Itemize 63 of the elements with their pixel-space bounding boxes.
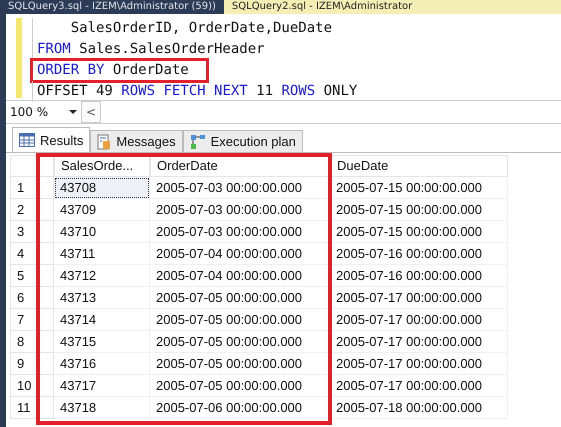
row-number: 1	[10, 177, 54, 199]
table-cell: 2005-07-04 00:00:00.000	[150, 265, 330, 287]
document-icon	[97, 134, 112, 150]
result-tab[interactable]: Results	[12, 127, 90, 152]
table-cell: 2005-07-05 00:00:00.000	[150, 375, 330, 397]
row-number: 10	[10, 375, 54, 397]
table-cell: 43718	[54, 397, 150, 419]
tab-label: Messages	[116, 134, 176, 149]
table-cell: 43717	[54, 375, 150, 397]
table-cell: 43709	[54, 199, 150, 221]
row-number: 9	[10, 353, 54, 375]
table-cell: 43710	[54, 221, 150, 243]
document-tab[interactable]: SQLQuery2.sql - IZEM\Administrator	[224, 0, 561, 14]
table-cell: 2005-07-05 00:00:00.000	[150, 309, 330, 331]
code-line: ORDER BY OrderDate	[32, 60, 207, 81]
row-number: 11	[10, 397, 54, 419]
table-cell: 2005-07-05 00:00:00.000	[150, 287, 330, 309]
table-cell: 2005-07-04 00:00:00.000	[150, 243, 330, 265]
table-cell: 2005-07-03 00:00:00.000	[150, 199, 330, 221]
scroll-left-button[interactable]: <	[81, 101, 101, 123]
table-cell: 2005-07-17 00:00:00.000	[330, 287, 508, 309]
table-cell: 2005-07-17 00:00:00.000	[330, 353, 508, 375]
code-line: FROM Sales.SalesOrderHeader	[32, 39, 358, 60]
column-header[interactable]: SalesOrde...	[54, 155, 150, 177]
table-cell: 43711	[54, 243, 150, 265]
row-number: 4	[10, 243, 54, 265]
code-line: SalesOrderID, OrderDate,DueDate	[32, 18, 358, 39]
table-cell: 2005-07-03 00:00:00.000	[150, 221, 330, 243]
result-tab[interactable]: Messages	[90, 130, 183, 152]
table-cell: 2005-07-06 00:00:00.000	[150, 397, 330, 419]
row-number: 7	[10, 309, 54, 331]
table-cell: 2005-07-03 00:00:00.000	[150, 177, 330, 199]
tab-label: Execution plan	[210, 134, 296, 149]
table-cell: 2005-07-05 00:00:00.000	[150, 331, 330, 353]
table-cell: 43712	[54, 265, 150, 287]
table-cell: 2005-07-15 00:00:00.000	[330, 199, 508, 221]
row-number: 5	[10, 265, 54, 287]
table-cell: 43715	[54, 331, 150, 353]
zoom-dropdown[interactable]: 100 %	[6, 101, 81, 123]
table-cell: 43714	[54, 309, 150, 331]
table-cell: 2005-07-15 00:00:00.000	[330, 221, 508, 243]
table-cell: 43708	[54, 177, 150, 199]
tab-label: Results	[40, 132, 84, 148]
row-number: 6	[10, 287, 54, 309]
table-cell: 2005-07-18 00:00:00.000	[330, 397, 508, 419]
table-cell: 2005-07-16 00:00:00.000	[330, 243, 508, 265]
table-cell: 2005-07-16 00:00:00.000	[330, 265, 508, 287]
row-number: 3	[10, 221, 54, 243]
plan-icon	[190, 134, 206, 150]
table-cell: 2005-07-17 00:00:00.000	[330, 331, 508, 353]
table-cell: 43716	[54, 353, 150, 375]
row-number: 8	[10, 331, 54, 353]
table-cell: 2005-07-05 00:00:00.000	[150, 353, 330, 375]
table-cell: 2005-07-17 00:00:00.000	[330, 309, 508, 331]
row-number: 2	[10, 199, 54, 221]
table-cell: 43713	[54, 287, 150, 309]
table-cell: 2005-07-15 00:00:00.000	[330, 177, 508, 199]
caret-icon	[69, 110, 77, 114]
grid-icon	[19, 133, 35, 147]
result-tab[interactable]: Execution plan	[182, 130, 303, 152]
column-header[interactable]: OrderDate	[150, 155, 330, 177]
column-header[interactable]: DueDate	[330, 155, 508, 177]
table-cell: 2005-07-17 00:00:00.000	[330, 375, 508, 397]
